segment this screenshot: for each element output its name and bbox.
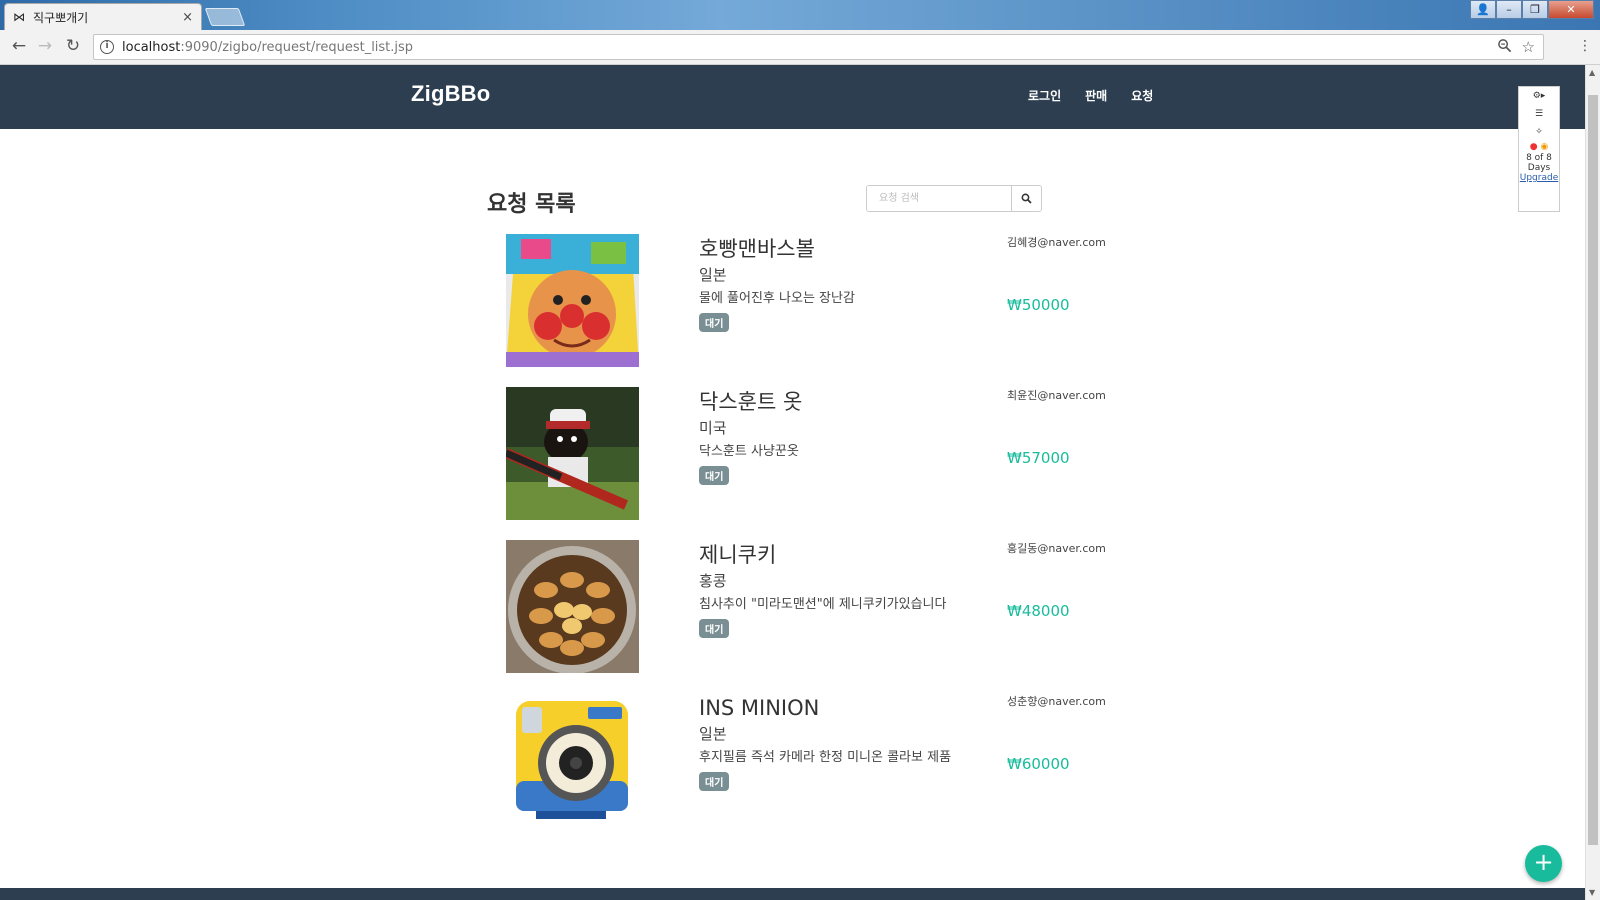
forward-arrow-icon[interactable]: → — [34, 36, 56, 56]
minion-camera-image[interactable] — [506, 693, 639, 826]
menu-item-sell[interactable]: 판매 — [1085, 87, 1107, 104]
dachshund-costume-image[interactable] — [506, 387, 639, 520]
add-request-button[interactable]: + — [1525, 845, 1562, 882]
close-window-button[interactable]: ✕ — [1548, 0, 1594, 19]
request-item[interactable]: 호빵맨바스볼 일본 물에 풀어진후 나오는 장난감 대기 김혜경@naver.c… — [506, 234, 1106, 387]
request-title[interactable]: 닥스훈트 옷 — [699, 389, 999, 415]
new-tab-button[interactable] — [204, 8, 246, 26]
gear-icon[interactable]: ⚙▸ — [1519, 87, 1559, 105]
request-item[interactable]: 제니쿠키 홍콩 침사추이 "미라도맨션"에 제니쿠키가있습니다 대기 홍길동@n… — [506, 540, 1106, 693]
site-navbar: ZigBBo 로그인 판매 요청 — [0, 65, 1585, 129]
request-description: 후지필름 즉석 카메라 한정 미니온 콜라보 제품 — [699, 750, 952, 765]
tab-title: 직구뽀개기 — [33, 10, 89, 25]
brand-logo[interactable]: ZigBBo — [411, 81, 490, 107]
request-description: 물에 풀어진후 나오는 장난감 — [699, 291, 855, 306]
anpanman-candy-image[interactable] — [506, 234, 639, 367]
browser-menu-icon[interactable]: ⋮ — [1578, 38, 1592, 54]
status-badge: 대기 — [699, 313, 730, 332]
request-country: 일본 — [699, 725, 727, 743]
footer — [0, 888, 1585, 900]
url-host: localhost — [122, 39, 181, 55]
request-email: 홍길동@naver.com — [1007, 542, 1106, 555]
back-arrow-icon[interactable]: ← — [8, 36, 30, 56]
request-title[interactable]: 제니쿠키 — [699, 542, 999, 568]
request-info: 닥스훈트 옷 미국 닥스훈트 사냥꾼옷 대기 — [699, 389, 999, 485]
request-price: ₩57000 — [1007, 449, 1070, 467]
browser-tab[interactable]: ⋈ 직구뽀개기 × — [4, 3, 202, 30]
bow-tie-icon: ⋈ — [13, 10, 25, 24]
status-icons: ● ◉ — [1519, 141, 1559, 153]
page-scrollbar[interactable]: ▲ ▼ — [1585, 65, 1600, 900]
request-country: 일본 — [699, 266, 727, 284]
request-title[interactable]: INS MINION — [699, 695, 999, 721]
menu-item-login[interactable]: 로그인 — [1028, 87, 1061, 104]
alert-icon: ● — [1529, 142, 1538, 152]
request-info: INS MINION 일본 후지필름 즉석 카메라 한정 미니온 콜라보 제품 … — [699, 695, 999, 791]
tab-close-icon[interactable]: × — [182, 10, 193, 25]
browser-toolbar: ← → ↻ i localhost:9090/zigbo/request/req… — [0, 30, 1600, 65]
request-country: 홍콩 — [699, 572, 727, 590]
search-input[interactable] — [867, 186, 1011, 211]
restore-button[interactable]: ❐ — [1522, 0, 1548, 19]
page-title: 요청 목록 — [487, 192, 576, 217]
request-title[interactable]: 호빵맨바스볼 — [699, 236, 999, 262]
window-titlebar: ⋈ 직구뽀개기 × 👤 – ❐ ✕ — [0, 0, 1600, 30]
search-button[interactable] — [1011, 186, 1041, 211]
menu-item-request[interactable]: 요청 — [1131, 87, 1153, 104]
address-bar[interactable]: i localhost:9090/zigbo/request/request_l… — [93, 34, 1544, 60]
status-badge: 대기 — [699, 466, 730, 485]
request-price: ₩50000 — [1007, 296, 1070, 314]
status-badge: 대기 — [699, 772, 730, 791]
main-menu: 로그인 판매 요청 — [1028, 87, 1177, 104]
request-item[interactable]: INS MINION 일본 후지필름 즉석 카메라 한정 미니온 콜라보 제품 … — [506, 693, 1106, 846]
days-text: 8 of 8 — [1526, 153, 1552, 163]
user-icon[interactable]: 👤 — [1470, 0, 1496, 19]
request-price: ₩60000 — [1007, 755, 1070, 773]
magic-wand-icon[interactable]: ✧ — [1519, 123, 1559, 141]
zoom-icon[interactable] — [1497, 38, 1512, 57]
eye-icon: ◉ — [1540, 142, 1549, 152]
search-icon — [1021, 193, 1032, 204]
minimize-button[interactable]: – — [1496, 0, 1522, 19]
reload-icon[interactable]: ↻ — [62, 36, 84, 56]
info-icon[interactable]: i — [100, 40, 114, 54]
url-path: :9090/zigbo/request/request_list.jsp — [180, 39, 414, 55]
extension-panel: ⚙▸ ☰ ✧ ● ◉ 8 of 8 Days Upgrade — [1518, 86, 1560, 212]
request-info: 제니쿠키 홍콩 침사추이 "미라도맨션"에 제니쿠키가있습니다 대기 — [699, 542, 999, 638]
scroll-up-arrow-icon[interactable]: ▲ — [1589, 68, 1595, 77]
bookmark-star-icon[interactable]: ☆ — [1522, 38, 1535, 57]
hamburger-menu-icon[interactable]: ☰ — [1519, 105, 1559, 123]
request-email: 성춘향@naver.com — [1007, 695, 1106, 708]
request-info: 호빵맨바스볼 일본 물에 풀어진후 나오는 장난감 대기 — [699, 236, 999, 332]
request-price: ₩48000 — [1007, 602, 1070, 620]
request-item[interactable]: 닥스훈트 옷 미국 닥스훈트 사냥꾼옷 대기 최윤진@naver.com ₩57… — [506, 387, 1106, 540]
window-controls: 👤 – ❐ ✕ — [1470, 0, 1594, 19]
request-email: 최윤진@naver.com — [1007, 389, 1106, 402]
search-group — [866, 185, 1042, 212]
request-email: 김혜경@naver.com — [1007, 236, 1106, 249]
request-list: 호빵맨바스볼 일본 물에 풀어진후 나오는 장난감 대기 김혜경@naver.c… — [506, 234, 1106, 846]
scroll-thumb[interactable] — [1588, 95, 1598, 845]
request-description: 닥스훈트 사냥꾼옷 — [699, 444, 799, 459]
status-badge: 대기 — [699, 619, 730, 638]
request-country: 미국 — [699, 419, 727, 437]
jenny-cookies-image[interactable] — [506, 540, 639, 673]
upgrade-link[interactable]: Upgrade — [1519, 173, 1559, 183]
request-description: 침사추이 "미라도맨션"에 제니쿠키가있습니다 — [699, 597, 947, 612]
scroll-down-arrow-icon[interactable]: ▼ — [1589, 888, 1595, 897]
days-label: Days — [1527, 163, 1551, 173]
